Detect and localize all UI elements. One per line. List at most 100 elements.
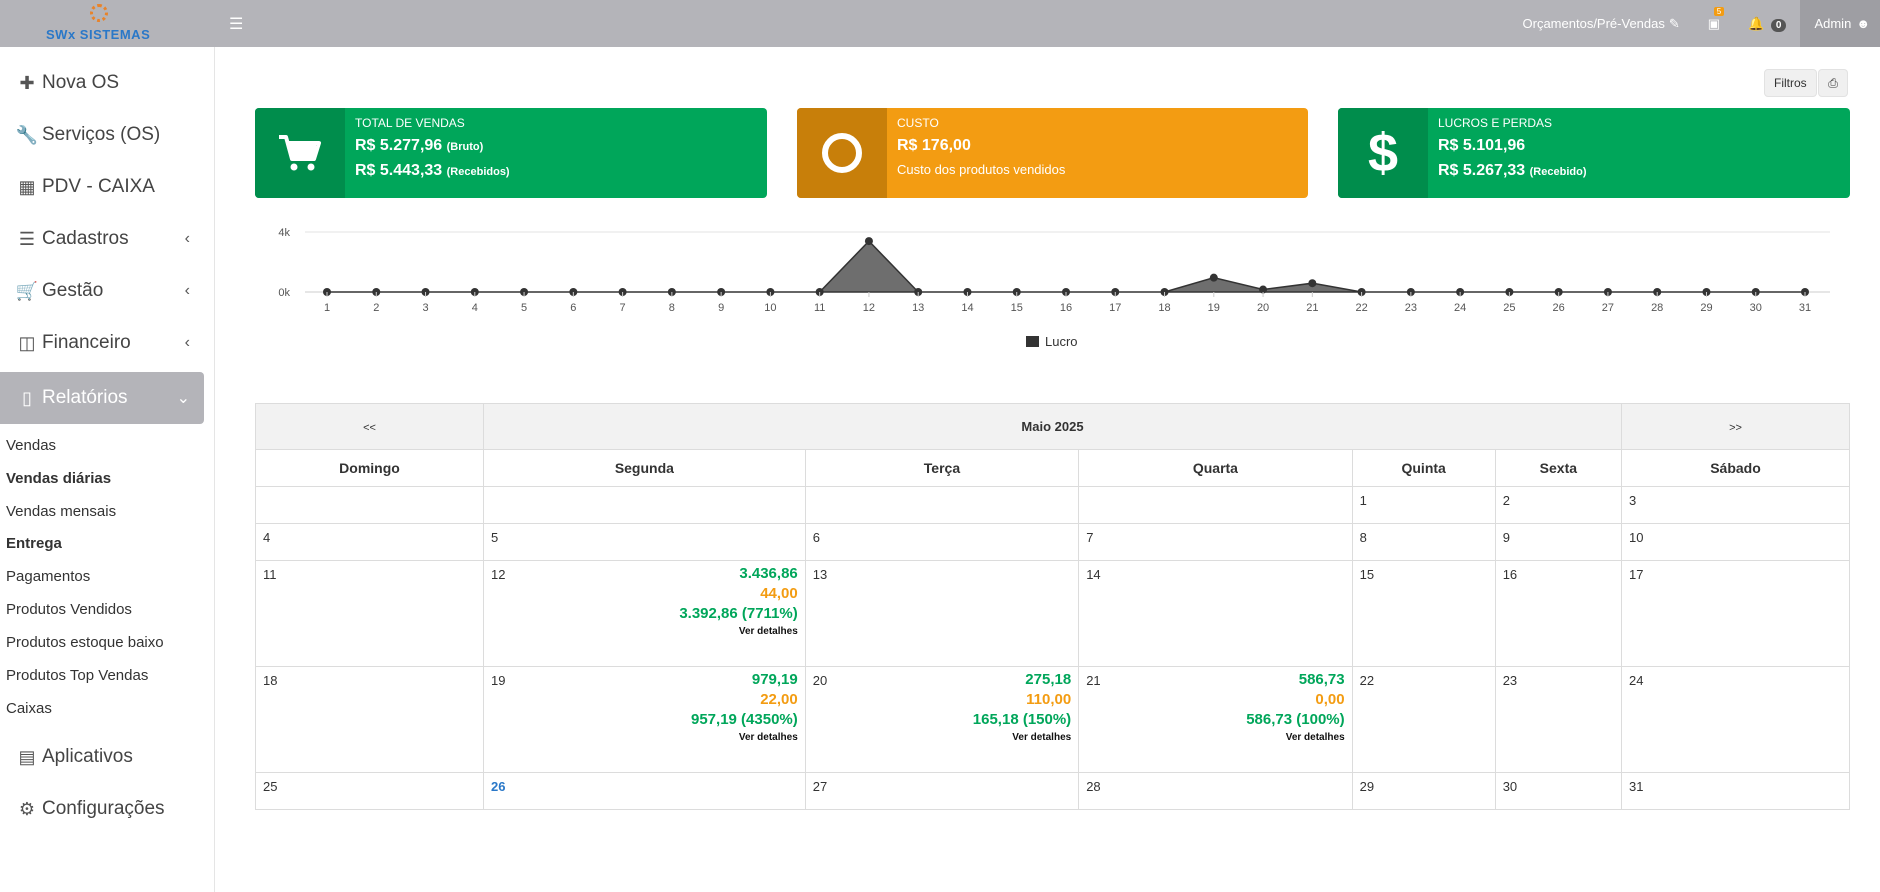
calendar-day-cell[interactable]: 4 [255, 523, 484, 561]
menu-toggle-icon[interactable]: ☰ [229, 14, 243, 34]
cart-icon [255, 108, 345, 198]
submenu-produtos-estoque-baixo[interactable]: Produtos estoque baixo [6, 634, 164, 651]
calendar-day-cell[interactable]: 10 [1621, 523, 1850, 561]
cart-badge: 5 [1713, 6, 1725, 16]
calendar-day-cell[interactable]: 25 [255, 772, 484, 810]
calendar-week-row: 4 5 6 7 8 9 10 [255, 523, 1850, 561]
filters-button[interactable]: Filtros [1764, 69, 1817, 97]
submenu-produtos-top-vendas[interactable]: Produtos Top Vendas [6, 667, 148, 684]
day-cost-value: 22,00 [760, 691, 798, 708]
sidebar-item-label: Financeiro [42, 332, 131, 353]
x-tick-label: 13 [912, 302, 924, 314]
calendar-day-cell[interactable]: 23 [1494, 666, 1623, 773]
next-month-button[interactable]: >> [1621, 403, 1850, 450]
calendar-day-cell[interactable]: 15 [1351, 560, 1496, 667]
calendar-day-cell[interactable]: 29 [1351, 772, 1496, 810]
user-menu[interactable]: Admin ☻ [1800, 0, 1880, 47]
calendar-day-number: 4 [263, 530, 271, 545]
x-tick-label: 26 [1553, 302, 1565, 314]
submenu-vendas-mensais[interactable]: Vendas mensais [6, 503, 116, 520]
calendar-day-cell[interactable]: 14 [1078, 560, 1353, 667]
sidebar-item-aplicativos[interactable]: ▤ Aplicativos [0, 731, 204, 783]
calendar-day-cell[interactable]: 12 3.436,86 44,00 3.392,86 (7711%) Ver detal… [483, 560, 806, 667]
cart-notification-button[interactable]: ▣ 5 [1708, 6, 1725, 32]
sidebar-item-financeiro[interactable]: ◫ Financeiro ‹ [0, 317, 204, 369]
bell-notification-button[interactable]: 🔔 0 [1748, 16, 1787, 32]
calendar-day-number: 13 [812, 567, 828, 582]
calendar-day-number: 25 [263, 779, 278, 794]
calendar-day-cell[interactable]: 9 [1494, 523, 1623, 561]
calendar-day-cell[interactable]: 1 [1351, 486, 1496, 524]
x-tick-label: 5 [521, 302, 527, 314]
sidebar-item-relatorios[interactable]: ▯ Relatórios ⌄ [0, 372, 204, 424]
chevron-down-icon: ⌄ [176, 390, 190, 407]
calendar-day-cell[interactable]: 22 [1351, 666, 1496, 773]
calendar-day-number: 11 [263, 567, 277, 582]
day-profit-value: 3.392,86 (7711%) [679, 605, 798, 622]
value-recebido: R$ 5.267,33 [1438, 162, 1526, 179]
card-lucros-perdas: $ LUCROS E PERDAS R$ 5.101,96 R$ 5.267,3… [1338, 108, 1850, 198]
calendar-day-cell[interactable]: 11 [255, 560, 484, 667]
calendar-day-cell[interactable]: 7 [1078, 523, 1353, 561]
card-custo: CUSTO R$ 176,00 Custo dos produtos vendi… [797, 108, 1308, 198]
sidebar-item-cadastros[interactable]: ☰ Cadastros ‹ [0, 213, 204, 265]
logo[interactable]: SWx SISTEMAS [0, 0, 200, 47]
details-link[interactable]: Ver detalhes [491, 626, 798, 637]
calendar-day-cell[interactable]: 30 [1494, 772, 1623, 810]
calendar-day-cell[interactable]: 26 [483, 772, 806, 810]
details-link[interactable]: Ver detalhes [813, 732, 1071, 743]
day-cost-value: 110,00 [1026, 691, 1072, 708]
calendar-day-cell[interactable]: 13 [804, 560, 1080, 667]
weekday-header: Domingo [255, 449, 484, 487]
sidebar-item-pdv[interactable]: ▦ PDV - CAIXA [0, 161, 204, 213]
x-tick-label: 2 [373, 302, 379, 314]
sidebar-item-nova-os[interactable]: ✚ Nova OS [0, 57, 204, 109]
submenu-vendas[interactable]: Vendas [6, 437, 56, 454]
sidebar-item-gestao[interactable]: 🛒 Gestão ‹ [0, 265, 204, 317]
submenu-caixas[interactable]: Caixas [6, 700, 52, 717]
calendar-day-cell[interactable]: 27 [804, 772, 1080, 810]
calendar-day-cell[interactable]: 20 275,18 110,00 165,18 (150%) Ver detalhes [804, 666, 1080, 773]
calendar-day-cell[interactable]: 8 [1351, 523, 1496, 561]
calendar-day-cell[interactable]: 6 [804, 523, 1080, 561]
quotes-link[interactable]: Orçamentos/Pré-Vendas ✎ [1523, 16, 1680, 32]
calendar-day-cell[interactable]: 24 [1621, 666, 1850, 773]
x-tick-label: 11 [814, 302, 825, 314]
calendar-day-number: 29 [1359, 779, 1375, 794]
print-button[interactable]: ⎙ [1818, 69, 1848, 97]
sidebar-item-configuracoes[interactable]: ⚙ Configurações [0, 783, 204, 835]
prev-month-button[interactable]: << [255, 403, 484, 450]
calendar-day-cell[interactable]: 31 [1621, 772, 1850, 810]
submenu-produtos-vendidos[interactable]: Produtos Vendidos [6, 601, 132, 618]
calendar-day-number: 7 [1086, 530, 1094, 545]
calendar-day-number: 21 [1086, 673, 1101, 688]
details-link[interactable]: Ver detalhes [1086, 732, 1345, 743]
card-value-recebidos: R$ 5.443,33 (Recebidos) [355, 162, 510, 180]
calendar-day-cell[interactable]: 3 [1621, 486, 1850, 524]
calendar-day-cell[interactable]: 18 [255, 666, 484, 773]
sidebar-item-servicos[interactable]: 🔧 Serviços (OS) [0, 109, 204, 161]
plus-icon: ✚ [19, 72, 35, 93]
sidebar: ✚ Nova OS 🔧 Serviços (OS) ▦ PDV - CAIXA … [0, 47, 215, 892]
calendar-day-cell[interactable]: 17 [1621, 560, 1850, 667]
calendar-day-cell[interactable]: 5 [483, 523, 806, 561]
calendar-day-cell[interactable]: 21 586,73 0,00 586,73 (100%) Ver detalhes [1078, 666, 1353, 773]
card-title: TOTAL DE VENDAS [355, 116, 465, 130]
calendar-day-cell[interactable]: 28 [1078, 772, 1353, 810]
submenu-entrega[interactable]: Entrega [6, 535, 62, 552]
x-tick-label: 27 [1602, 302, 1614, 314]
submenu-pagamentos[interactable]: Pagamentos [6, 568, 90, 585]
calendar-day-cell[interactable]: 2 [1494, 486, 1623, 524]
data-point [864, 237, 873, 246]
calendar-day-cell[interactable]: 16 [1494, 560, 1623, 667]
x-tick-label: 1 [324, 302, 330, 314]
cart-icon: 🛒 [15, 280, 39, 301]
day-profit-value: 957,19 (4350%) [691, 711, 798, 728]
weekday-header: Terça [804, 449, 1080, 487]
card-value-custo: R$ 176,00 [897, 137, 971, 154]
submenu-vendas-diarias[interactable]: Vendas diárias [6, 470, 111, 487]
calendar-day-cell[interactable]: 19 979,19 22,00 957,19 (4350%) Ver detalhes [483, 666, 806, 773]
calendar-day-number: 8 [1359, 530, 1367, 545]
calendar-day-number: 2 [1502, 493, 1510, 508]
details-link[interactable]: Ver detalhes [491, 732, 798, 743]
